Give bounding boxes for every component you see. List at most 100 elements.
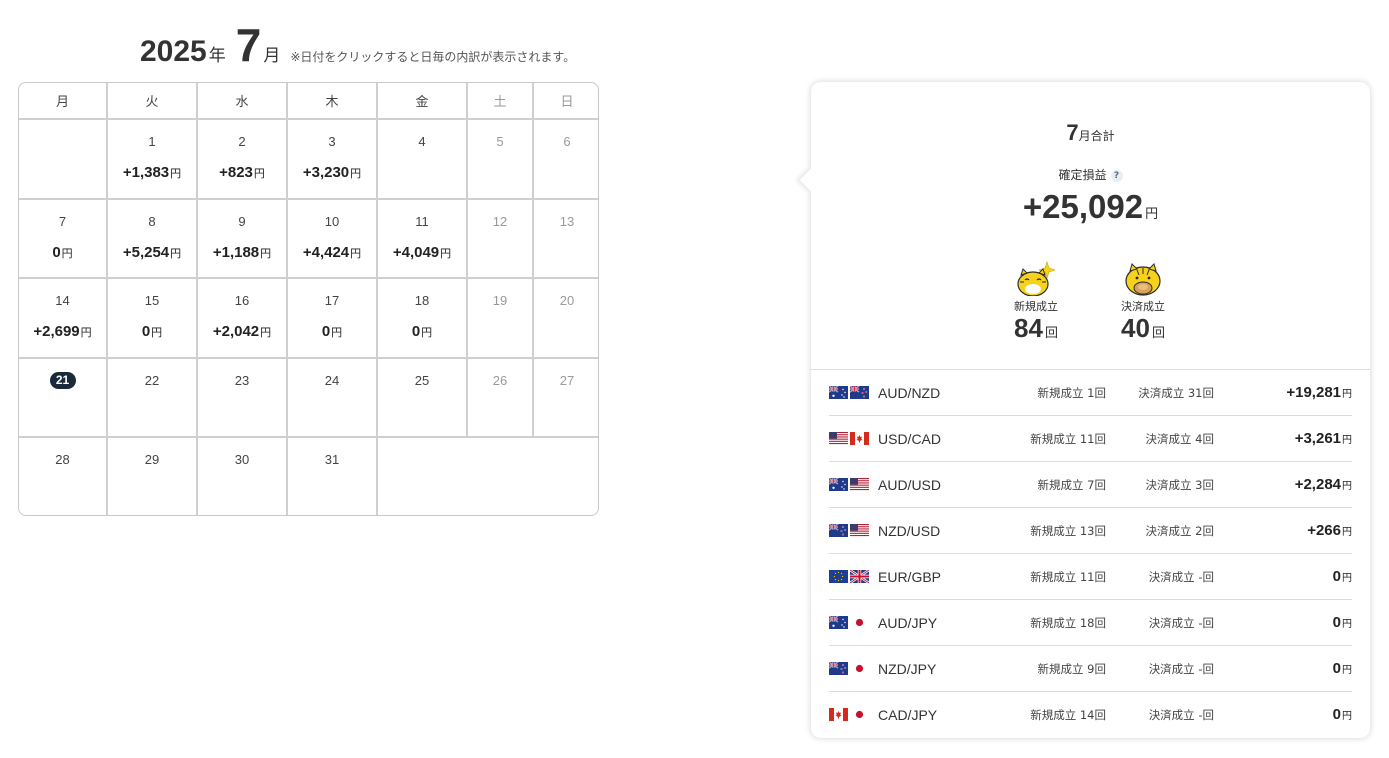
- day-pnl: +4,049円: [378, 244, 466, 261]
- pair-new-count: 新規成立 13回: [1030, 524, 1106, 538]
- calendar-day-cell[interactable]: 29: [108, 438, 198, 515]
- us-flag-icon: [850, 478, 869, 491]
- day-pnl: +2,699円: [19, 323, 106, 340]
- yen-unit: 円: [1342, 711, 1352, 722]
- calendar-day-cell[interactable]: 2 +823円: [198, 120, 288, 200]
- day-pnl: 0円: [378, 323, 466, 340]
- pair-settle-count: 決済成立 -回: [1148, 708, 1214, 722]
- currency-pair-row[interactable]: AUD/NZD 新規成立 1回 決済成立 31回 +19,281円: [829, 370, 1352, 416]
- currency-pair-row[interactable]: AUD/JPY 新規成立 18回 決済成立 -回 0円: [829, 600, 1352, 646]
- au-flag-icon: [829, 616, 848, 629]
- weekday-header: 金: [378, 83, 468, 120]
- pair-flags: [829, 662, 869, 675]
- pair-new-count: 新規成立 9回: [1037, 662, 1106, 676]
- calendar-day-cell[interactable]: 10 +4,424円: [288, 199, 378, 279]
- day-pnl: +2,042円: [198, 323, 286, 340]
- yen-unit: 円: [1342, 527, 1352, 538]
- au-flag-icon: [829, 478, 848, 491]
- new-orders-count: 84 回: [1014, 313, 1058, 343]
- day-number: 18: [414, 293, 430, 308]
- pair-new-count: 新規成立 14回: [1030, 708, 1106, 722]
- currency-pair-row[interactable]: CAD/JPY 新規成立 14回 決済成立 -回 0円: [829, 692, 1352, 738]
- calendar-header: 2025 年 7 月 ※日付をクリックすると日毎の内訳が表示されます。: [140, 22, 575, 72]
- calendar-day-cell[interactable]: 16 +2,042円: [198, 279, 288, 359]
- calendar-day-cell[interactable]: 20: [534, 279, 598, 359]
- calendar-day-cell[interactable]: 22: [108, 358, 198, 438]
- calendar-day-cell[interactable]: 1 +1,383円: [108, 120, 198, 200]
- day-pnl-value: +5,254: [122, 243, 170, 261]
- calendar-day-cell[interactable]: 15 0円: [108, 279, 198, 359]
- calendar-day-cell[interactable]: 3 +3,230円: [288, 120, 378, 200]
- calendar-day-cell[interactable]: 9 +1,188円: [198, 199, 288, 279]
- currency-pair-row[interactable]: NZD/JPY 新規成立 9回 決済成立 -回 0円: [829, 646, 1352, 692]
- day-pnl-value: 0: [141, 323, 151, 340]
- month-value: 7: [235, 19, 262, 71]
- day-number: 17: [324, 293, 340, 308]
- calendar-day-cell[interactable]: 28: [19, 438, 108, 515]
- calendar-day-cell[interactable]: 12: [468, 199, 534, 279]
- pair-pnl-value: 0: [1332, 614, 1341, 631]
- calendar-day-cell[interactable]: 14 +2,699円: [19, 279, 108, 359]
- summary-title-suffix: 月合計: [1078, 129, 1115, 143]
- yen-unit: 円: [1342, 619, 1352, 630]
- day-number: 22: [144, 372, 160, 388]
- calendar-day-cell[interactable]: 5: [468, 120, 534, 200]
- calendar-day-cell[interactable]: 6: [534, 120, 598, 200]
- pair-new-count: 新規成立 11回: [1030, 570, 1106, 584]
- currency-pair-row[interactable]: NZD/USD 新規成立 13回 決済成立 2回 +266円: [829, 508, 1352, 554]
- yen-unit: 円: [260, 326, 272, 339]
- yen-unit: 円: [260, 246, 272, 260]
- day-pnl-value: +2,699: [33, 323, 80, 340]
- day-number: 30: [234, 452, 250, 467]
- pair-flags: [829, 478, 869, 491]
- profit-total: +25,092 円: [811, 188, 1370, 226]
- calendar-day-cell[interactable]: 26: [468, 358, 534, 438]
- day-pnl: 0円: [108, 323, 196, 340]
- pair-settle-count: 決済成立 4回: [1145, 432, 1214, 446]
- calendar-day-cell[interactable]: 24: [288, 358, 378, 438]
- yen-unit: 円: [61, 246, 73, 260]
- day-number: 2: [238, 134, 246, 149]
- calendar-day-cell[interactable]: 27: [534, 359, 598, 438]
- calendar-day-cell[interactable]: 4: [378, 120, 468, 200]
- yen-unit: 円: [440, 246, 452, 260]
- pair-name: AUD/JPY: [878, 615, 938, 631]
- calendar-day-cell[interactable]: 18 0円: [378, 279, 468, 359]
- pair-settle-count: 決済成立 -回: [1148, 570, 1214, 584]
- calendar-day-cell[interactable]: 30: [198, 438, 288, 515]
- calendar-day-cell[interactable]: 23: [198, 358, 288, 438]
- pair-settle-count: 決済成立 -回: [1148, 662, 1214, 676]
- pair-pnl-value: 0: [1332, 706, 1341, 723]
- pair-pnl: +3,261円: [1295, 430, 1352, 447]
- calendar-day-cell[interactable]: 21: [19, 358, 108, 438]
- pair-new-count: 新規成立 1回: [1037, 386, 1106, 400]
- profit-label-row: 確定損益?: [811, 166, 1370, 183]
- calendar-day-cell[interactable]: 17 0円: [288, 279, 378, 359]
- profit-label: 確定損益: [1058, 168, 1107, 182]
- calendar-day-cell[interactable]: 19: [468, 279, 534, 359]
- day-pnl: +823円: [198, 164, 286, 181]
- yen-unit: 円: [151, 326, 163, 339]
- pair-name: NZD/USD: [878, 523, 941, 539]
- pair-pnl: 0円: [1333, 614, 1352, 631]
- calendar-day-cell[interactable]: 8 +5,254円: [108, 199, 198, 279]
- help-icon[interactable]: ?: [1110, 170, 1123, 182]
- pair-settle-count: 決済成立 31回: [1138, 386, 1214, 400]
- day-pnl: +4,424円: [288, 244, 376, 261]
- day-pnl: +3,230円: [288, 164, 376, 181]
- currency-pair-row[interactable]: USD/CAD 新規成立 11回 決済成立 4回 +3,261円: [829, 416, 1352, 462]
- currency-pair-row[interactable]: AUD/USD 新規成立 7回 決済成立 3回 +2,284円: [829, 462, 1352, 508]
- weekday-header: 月: [19, 83, 108, 120]
- eu-flag-icon: [829, 570, 848, 583]
- day-number: 9: [238, 213, 246, 229]
- weekday-header: 土: [468, 83, 534, 120]
- calendar-day-cell[interactable]: 7 0円: [19, 199, 108, 279]
- currency-pair-row[interactable]: EUR/GBP 新規成立 11回 決済成立 -回 0円: [829, 554, 1352, 600]
- calendar-day-cell[interactable]: 11 +4,049円: [378, 199, 468, 279]
- calendar-day-cell[interactable]: 13: [534, 200, 598, 279]
- calendar-day-cell[interactable]: 25: [378, 358, 468, 438]
- calendar-day-cell[interactable]: 31: [288, 438, 378, 515]
- settled-orders-stat: 決済成立 40 回: [1103, 260, 1183, 348]
- pair-flags: [829, 432, 869, 445]
- pair-pnl-value: +266: [1307, 522, 1341, 539]
